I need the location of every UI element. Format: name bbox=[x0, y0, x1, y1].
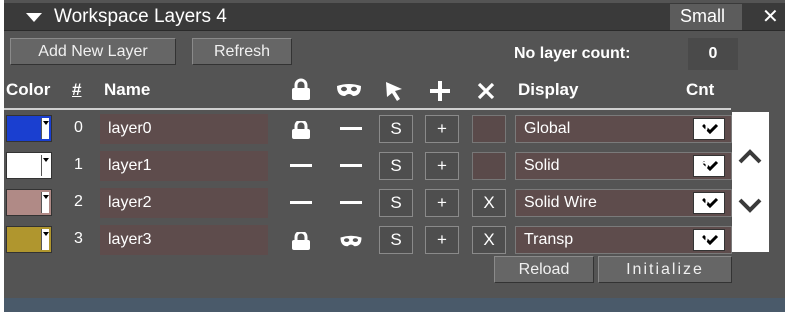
layer-row: 1 layer1 S + Solid 5 bbox=[4, 148, 785, 184]
unmasked-dash-icon[interactable] bbox=[340, 201, 362, 204]
header-color: Color bbox=[6, 80, 51, 99]
mask-icon[interactable] bbox=[335, 82, 363, 98]
color-swatch[interactable] bbox=[6, 115, 52, 142]
header-divider bbox=[4, 108, 731, 110]
workspace-layers-panel: Workspace Layers 4 Small ✕ Add New Layer… bbox=[4, 0, 785, 312]
scroll-up-icon[interactable] bbox=[738, 148, 762, 164]
layer-count-label: No layer count: bbox=[514, 45, 631, 62]
layer-name-field[interactable]: layer3 bbox=[100, 225, 268, 255]
x-icon[interactable] bbox=[476, 81, 496, 101]
plus-icon[interactable] bbox=[429, 80, 451, 102]
scroll-panel bbox=[732, 112, 769, 252]
layer-count: 0 bbox=[699, 193, 709, 210]
color-dropdown-icon[interactable] bbox=[41, 192, 49, 213]
unmasked-dash-icon[interactable] bbox=[340, 127, 362, 130]
layer-count: 0 bbox=[699, 119, 709, 136]
scroll-down-icon[interactable] bbox=[738, 198, 762, 214]
header-display: Display bbox=[518, 80, 579, 99]
color-swatch[interactable] bbox=[6, 152, 52, 179]
unmasked-dash-icon[interactable] bbox=[340, 164, 362, 167]
lock-icon[interactable] bbox=[290, 232, 312, 250]
layer-count: 0 bbox=[699, 230, 709, 247]
unlocked-dash-icon[interactable] bbox=[290, 201, 312, 204]
display-value: Global bbox=[524, 120, 571, 137]
color-dropdown-icon[interactable] bbox=[41, 229, 49, 250]
select-toggle[interactable]: S bbox=[379, 152, 413, 180]
select-toggle[interactable]: S bbox=[379, 115, 413, 143]
display-value: Solid Wire bbox=[524, 194, 597, 211]
delete-toggle[interactable] bbox=[472, 152, 506, 180]
select-toggle[interactable]: S bbox=[379, 189, 413, 217]
add-toggle[interactable]: + bbox=[425, 189, 459, 217]
lock-icon[interactable] bbox=[290, 121, 312, 139]
close-icon[interactable]: ✕ bbox=[762, 4, 779, 29]
mask-icon[interactable] bbox=[338, 234, 364, 248]
bottom-bar bbox=[4, 298, 785, 312]
refresh-button[interactable]: Refresh bbox=[192, 38, 292, 65]
layer-number: 0 bbox=[74, 119, 83, 136]
color-swatch[interactable] bbox=[6, 189, 52, 216]
layer-row: 2 layer2 S + X Solid Wire 0 bbox=[4, 185, 785, 221]
reload-button[interactable]: Reload bbox=[494, 256, 594, 283]
layer-number: 2 bbox=[74, 193, 83, 210]
collapse-arrow-icon[interactable] bbox=[26, 13, 42, 22]
color-swatch[interactable] bbox=[6, 226, 52, 253]
add-new-layer-button[interactable]: Add New Layer bbox=[10, 38, 176, 65]
layer-number: 3 bbox=[74, 230, 83, 247]
initialize-button[interactable]: Initialize bbox=[598, 256, 732, 283]
add-toggle[interactable]: + bbox=[425, 115, 459, 143]
display-value: Solid bbox=[524, 157, 560, 174]
color-dropdown-icon[interactable] bbox=[41, 118, 49, 139]
layer-name-field[interactable]: layer2 bbox=[100, 188, 268, 218]
add-toggle[interactable]: + bbox=[425, 226, 459, 254]
lock-icon[interactable] bbox=[290, 78, 312, 102]
delete-toggle[interactable]: X bbox=[472, 226, 506, 254]
delete-toggle[interactable] bbox=[472, 115, 506, 143]
size-toggle[interactable]: Small bbox=[670, 4, 742, 30]
layer-name-field[interactable]: layer0 bbox=[100, 114, 268, 144]
layer-row: 3 layer3 S + X Transp 0 bbox=[4, 222, 785, 258]
add-toggle[interactable]: + bbox=[425, 152, 459, 180]
unlocked-dash-icon[interactable] bbox=[290, 164, 312, 167]
size-label: Small bbox=[680, 6, 726, 26]
header-number[interactable]: # bbox=[72, 80, 81, 100]
layer-number: 1 bbox=[74, 156, 83, 173]
layer-name-field[interactable]: layer1 bbox=[100, 151, 268, 181]
layer-row: 0 layer0 S + Global 0 bbox=[4, 111, 785, 147]
header-name[interactable]: Name bbox=[104, 80, 150, 100]
layer-count-value: 0 bbox=[688, 38, 738, 70]
display-value: Transp bbox=[524, 231, 574, 248]
title-bar: Workspace Layers 4 Small ✕ bbox=[4, 3, 785, 31]
layer-count: 5 bbox=[699, 156, 709, 173]
delete-toggle[interactable]: X bbox=[472, 189, 506, 217]
header-count: Cnt bbox=[686, 80, 715, 99]
window-title: Workspace Layers 4 bbox=[54, 6, 227, 27]
select-toggle[interactable]: S bbox=[379, 226, 413, 254]
color-dropdown-icon[interactable] bbox=[41, 155, 49, 176]
cursor-icon[interactable] bbox=[384, 80, 406, 102]
